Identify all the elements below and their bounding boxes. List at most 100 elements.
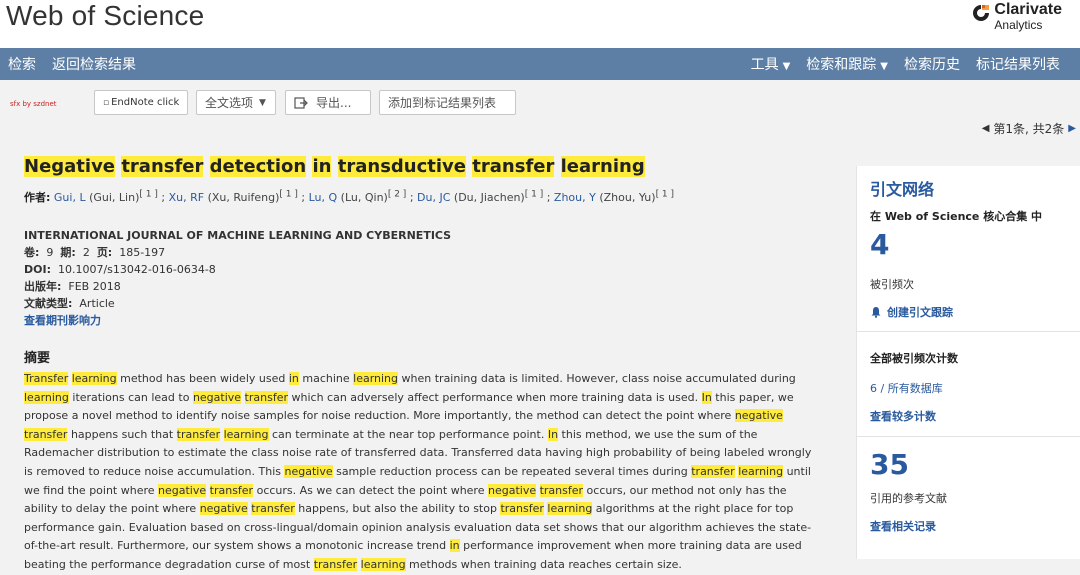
record-pager: ◀ 第1条, 共2条 ▶	[978, 120, 1080, 137]
title-fragment: transfer	[472, 156, 555, 177]
all-databases-count[interactable]: 6 / 所有数据库	[870, 380, 943, 396]
abstract-fragment: machine	[298, 372, 354, 385]
citation-network-panel: 引文网络 在 Web of Science 核心合集 中 4 被引频次 创建引文…	[856, 166, 1080, 559]
nav-item-left-0[interactable]: 检索	[0, 54, 44, 74]
clarivate-name: Clarivate	[994, 1, 1062, 18]
affiliation-ref[interactable]: [ 1 ]	[279, 189, 297, 199]
all-counts-heading: 全部被引频次计数	[870, 352, 958, 365]
author-fullname: (Gui, Lin)	[89, 191, 140, 204]
abstract-fragment: transfer	[500, 502, 544, 516]
nav-item-right-2[interactable]: 检索历史	[896, 54, 968, 74]
abstract-fragment: which can adversely affect performance w…	[288, 390, 702, 404]
addmark-label: 添加到标记结果列表	[388, 96, 497, 110]
abstract-fragment: In	[701, 390, 712, 404]
prev-record-icon[interactable]: ◀	[982, 123, 990, 134]
clarivate-logo[interactable]: Clarivate Analytics	[972, 2, 1062, 31]
abstract-fragment: transfer	[313, 557, 358, 571]
create-citation-alert[interactable]: 创建引文跟踪	[870, 304, 953, 320]
view-more-counts-link[interactable]: 查看较多计数	[870, 408, 936, 424]
nav-item-label: 工具	[750, 57, 779, 73]
cited-references-count[interactable]: 35	[870, 448, 909, 481]
nav-item-label: 标记结果列表	[976, 57, 1060, 73]
author-link[interactable]: Gui, L	[54, 191, 86, 204]
author-fullname: (Zhou, Yu)	[599, 191, 656, 204]
abstract-fragment: In	[547, 427, 559, 441]
nav-item-right-3[interactable]: 标记结果列表	[968, 54, 1068, 74]
nav-item-right-0[interactable]: 工具 ▼	[743, 54, 799, 74]
add-to-marked-list-button[interactable]: 添加到标记结果列表	[379, 90, 516, 115]
author-link[interactable]: Zhou, Y	[554, 191, 596, 204]
nav-item-label: 检索和跟踪	[806, 57, 877, 73]
author-fullname: (Lu, Qin)	[340, 191, 388, 204]
abstract-fragment: negative	[192, 390, 242, 404]
citation-network-heading: 引文网络	[870, 180, 935, 199]
abstract-fragment: learning	[71, 372, 117, 385]
nav-item-left-1[interactable]: 返回检索结果	[44, 54, 144, 74]
abstract-fragment: transfer	[176, 427, 221, 441]
doctype-row: 文献类型: Article	[24, 297, 115, 310]
source-info: INTERNATIONAL JOURNAL OF MACHINE LEARNIN…	[24, 227, 824, 329]
caret-down-icon: ▼	[782, 61, 791, 72]
clarivate-mark-icon	[973, 5, 990, 21]
record-toolbar: sfx by szdnet ▫ EndNote click 全文选项 ▼ 导出.…	[0, 80, 1080, 124]
abstract-fragment: occurs. As we can detect the point where	[253, 483, 488, 497]
author-link[interactable]: Xu, RF	[169, 191, 204, 204]
export-button[interactable]: 导出...	[285, 90, 371, 115]
fulltext-options-button[interactable]: 全文选项 ▼	[196, 90, 276, 115]
author-fullname: (Du, Jiachen)	[453, 191, 525, 204]
abstract-fragment: negative	[199, 502, 248, 516]
title-fragment: Negative	[24, 156, 116, 177]
abstract-fragment: transfer	[24, 427, 68, 441]
affiliation-ref[interactable]: [ 1 ]	[656, 189, 674, 199]
author-link[interactable]: Lu, Q	[309, 191, 338, 204]
title-fragment: transfer	[121, 156, 204, 177]
abstract-fragment: learning	[353, 372, 399, 385]
pager-text: 第1条, 共2条	[993, 122, 1065, 136]
times-cited-count[interactable]: 4	[870, 228, 889, 261]
journal-impact-link[interactable]: 查看期刊影响力	[24, 312, 824, 329]
nav-item-right-1[interactable]: 检索和跟踪 ▼	[798, 54, 896, 74]
title-fragment: learning	[560, 156, 645, 177]
divider	[857, 331, 1080, 332]
author-entry: Zhou, Y (Zhou, Yu)[ 1 ]	[554, 189, 674, 204]
abstract-fragment: when training data is limited. However, …	[398, 372, 796, 385]
title-fragment	[331, 156, 337, 177]
volume-issue-pages: 卷: 9 期: 2 页: 185-197	[24, 246, 166, 259]
abstract-fragment: Transfer	[24, 372, 69, 385]
cited-references-label: 引用的参考文献	[870, 492, 947, 505]
author-link[interactable]: Du, JC	[417, 191, 450, 204]
affiliation-ref[interactable]: [ 1 ]	[139, 189, 157, 199]
next-record-icon[interactable]: ▶	[1068, 123, 1076, 134]
abstract-fragment: methods when training data reaches certa…	[405, 557, 682, 571]
journal-name[interactable]: INTERNATIONAL JOURNAL OF MACHINE LEARNIN…	[24, 227, 824, 244]
abstract-fragment: iterations can lead to	[68, 390, 193, 404]
abstract-fragment: sample reduction process can be repeated…	[332, 464, 692, 478]
author-entry: Gui, L (Gui, Lin)[ 1 ]	[54, 189, 158, 204]
endnote-button[interactable]: ▫ EndNote click	[94, 90, 188, 115]
abstract-fragment: can terminate at the near top performanc…	[268, 427, 548, 441]
abstract-fragment: transfer	[691, 464, 735, 478]
title-fragment: detection	[209, 156, 307, 177]
main-nav: 检索 返回检索结果 工具 ▼ 检索和跟踪 ▼ 检索历史 标记结果列表	[0, 48, 1080, 80]
title-fragment: in	[312, 156, 332, 177]
abstract-fragment: learning	[223, 427, 269, 441]
pubyear-row: 出版年: FEB 2018	[24, 280, 121, 293]
caret-down-icon: ▼	[259, 97, 266, 108]
app-header: Web of Science Clarivate Analytics	[0, 0, 1080, 48]
abstract-fragment: negative	[734, 409, 783, 423]
affiliation-ref[interactable]: [ 1 ]	[525, 189, 543, 199]
affiliation-ref[interactable]: [ 2 ]	[388, 189, 406, 199]
web-of-science-logo[interactable]: Web of Science	[6, 0, 204, 32]
caret-down-icon: ▼	[880, 61, 888, 72]
bell-icon	[871, 307, 881, 318]
author-entry: Lu, Q (Lu, Qin)[ 2 ]	[309, 189, 407, 204]
abstract-fragment: in	[288, 372, 299, 385]
view-related-records-link[interactable]: 查看相关记录	[870, 518, 936, 534]
clarivate-sub: Analytics	[994, 18, 1043, 32]
authors-line: 作者: Gui, L (Gui, Lin)[ 1 ] ; Xu, RF (Xu,…	[24, 189, 675, 204]
title-fragment: transductive	[337, 156, 466, 177]
create-alert-label: 创建引文跟踪	[887, 306, 953, 319]
abstract-fragment: happens, but also the ability to stop	[294, 502, 501, 516]
sfx-link[interactable]: sfx by szdnet	[10, 100, 57, 108]
abstract-fragment: in	[449, 539, 460, 553]
